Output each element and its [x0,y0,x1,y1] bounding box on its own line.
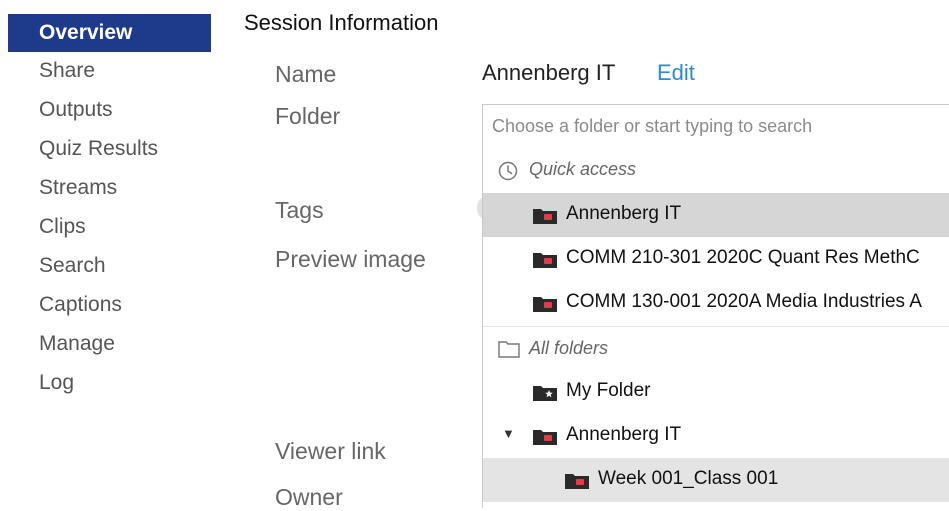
quick-folder-annenberg-it[interactable]: Annenberg IT [483,193,949,237]
folder-outline-icon [498,340,520,363]
folder-label: Week 001_Class 001 [598,468,779,489]
sidebar-item-clips[interactable]: Clips [8,207,211,246]
page-title: Session Information [244,10,439,35]
recording-folder-icon [533,295,557,318]
folder-label: Annenberg IT [566,203,682,224]
folder-label: Folder [275,103,341,129]
quick-access-label: Quick access [529,159,637,179]
all-folders-label: All folders [529,338,609,358]
sidebar-item-captions[interactable]: Captions [8,285,211,324]
sidebar-item-overview[interactable]: Overview [8,14,211,52]
expand-triangle-icon[interactable]: ▼ [502,426,515,441]
clock-icon [498,161,518,186]
tags-label: Tags [275,197,324,223]
recording-folder-icon [565,472,589,495]
folder-label: Annenberg IT [566,424,682,445]
folder-label: COMM 130-001 2020A Media Industries A [566,291,922,312]
recording-folder-icon [533,251,557,274]
all-folders-header: All folders [483,327,949,371]
sidebar-item-search[interactable]: Search [8,246,211,285]
name-label: Name [275,61,337,87]
folder-my-folder[interactable]: My Folder [483,370,949,414]
quick-access-header: Quick access [483,148,949,192]
sidebar-item-quiz-results[interactable]: Quiz Results [8,129,211,168]
sidebar-item-share[interactable]: Share [8,51,211,90]
quick-folder-comm-130[interactable]: COMM 130-001 2020A Media Industries A [483,281,949,325]
sidebar-item-log[interactable]: Log [8,363,211,402]
folder-annenberg-it[interactable]: ▼ Annenberg IT [483,414,949,458]
sidebar-item-manage[interactable]: Manage [8,324,211,363]
star-folder-icon [533,384,557,407]
recording-folder-icon [533,207,557,230]
viewer-link-label: Viewer link [275,438,386,464]
folder-search-input[interactable]: Choose a folder or start typing to searc… [482,104,949,149]
preview-image-label: Preview image [275,246,426,272]
sidebar-item-streams[interactable]: Streams [8,168,211,207]
folder-dropdown: Quick access Annenberg IT COMM 210-301 2… [482,148,949,508]
edit-name-link[interactable]: Edit [657,60,695,86]
sidebar-nav: Overview Share Outputs Quiz Results Stre… [0,0,215,498]
sidebar-item-outputs[interactable]: Outputs [8,90,211,129]
folder-week-001-class-001[interactable]: Week 001_Class 001 [483,458,949,502]
session-name-value: Annenberg IT [482,60,616,85]
quick-folder-comm-210[interactable]: COMM 210-301 2020C Quant Res MethC [483,237,949,281]
recording-folder-icon [533,428,557,451]
folder-label: My Folder [566,380,651,401]
folder-label: COMM 210-301 2020C Quant Res MethC [566,247,920,268]
